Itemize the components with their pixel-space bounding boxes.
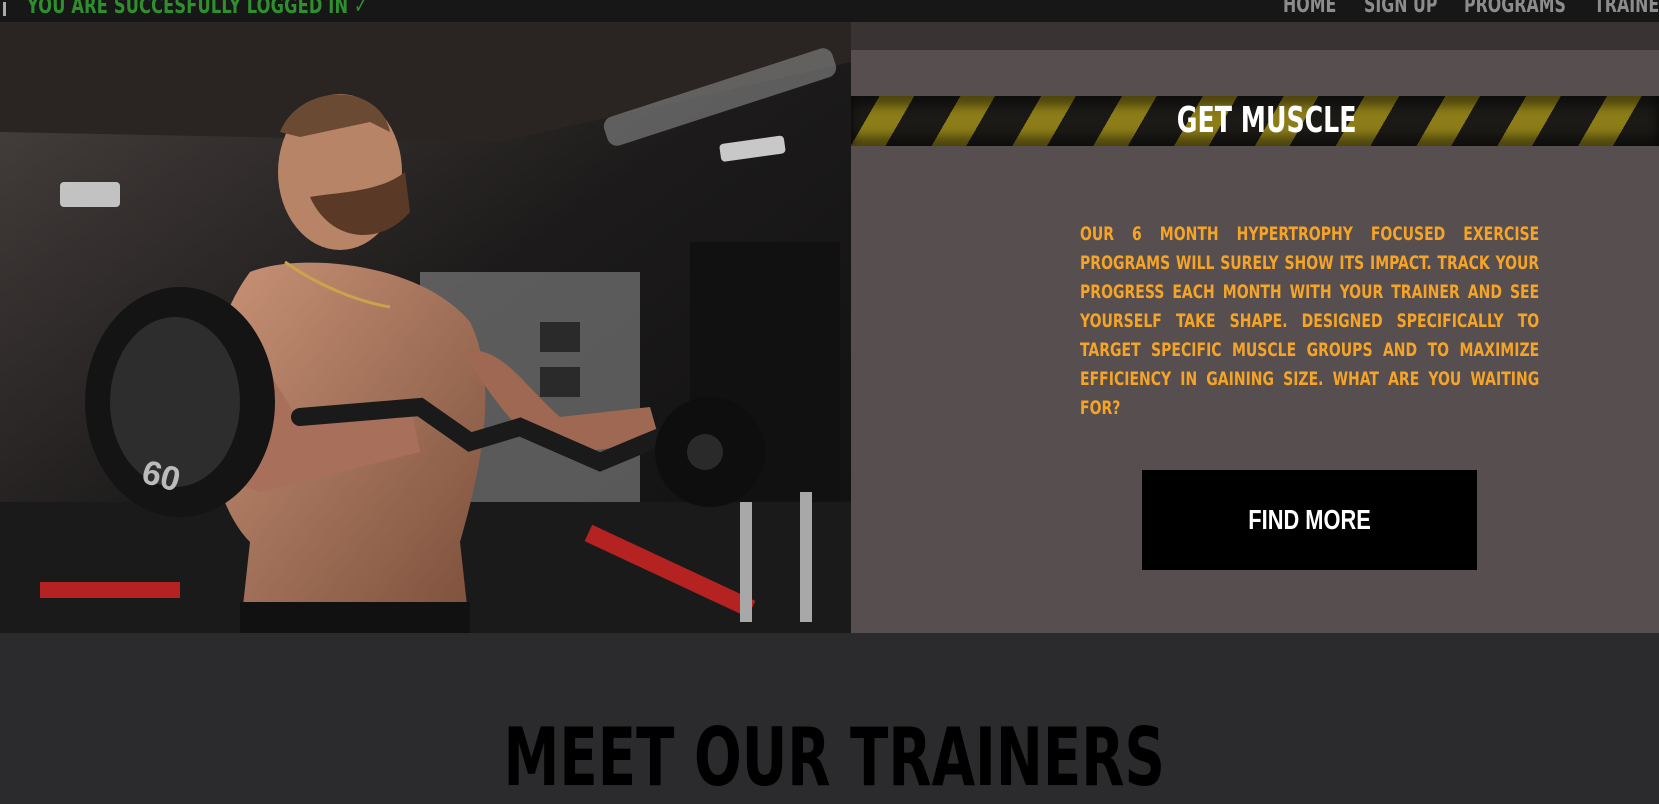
promo-title: GET MUSCLE (1176, 100, 1357, 141)
find-more-label: FIND MORE (1248, 504, 1371, 535)
weightlifter-photo-illustration: 60 (0, 22, 851, 633)
panel-top-strip (851, 22, 1659, 50)
top-bar-edge (3, 2, 6, 16)
meet-our-trainers-heading: MEET OUR TRAINERS (503, 711, 1165, 804)
hero-photo: 60 (0, 22, 851, 633)
get-muscle-panel: GET MUSCLE Our 6 month hypertrophy focus… (851, 22, 1659, 633)
nav-trainers[interactable]: TRAINERS (1594, 0, 1659, 18)
top-bar: YOU ARE SUCCESFULLY LOGGED IN ✓ HOME SIG… (0, 0, 1659, 22)
nav-home[interactable]: HOME (1283, 0, 1336, 18)
promo-description: Our 6 month hypertrophy focused exercise… (1080, 223, 1540, 419)
login-status-message: YOU ARE SUCCESFULLY LOGGED IN ✓ (27, 0, 368, 19)
nav-sign-up[interactable]: SIGN UP (1364, 0, 1438, 18)
nav-programs[interactable]: PROGRAMS (1464, 0, 1566, 18)
find-more-button[interactable]: FIND MORE (1142, 470, 1477, 570)
